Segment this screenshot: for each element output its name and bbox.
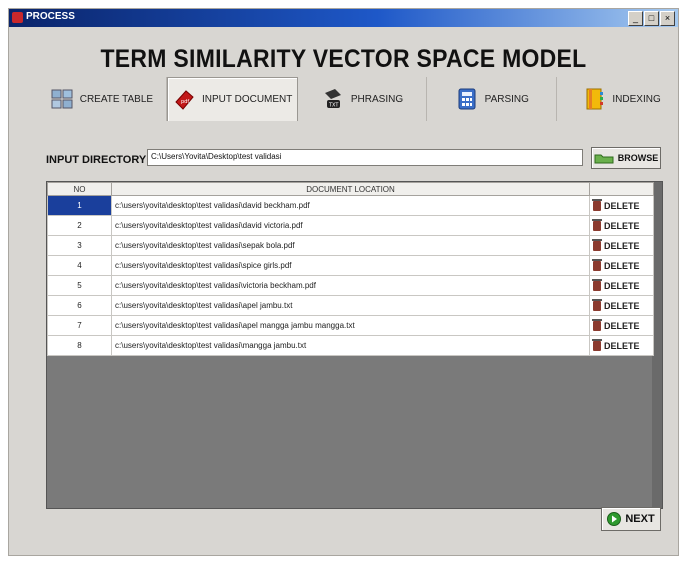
index-book-icon: [586, 88, 604, 110]
table-row[interactable]: 8 c:\users\yovita\desktop\test validasi\m…: [47, 335, 654, 356]
delete-label: DELETE: [604, 220, 640, 231]
delete-button[interactable]: DELETE: [589, 255, 654, 276]
delete-button[interactable]: DELETE: [589, 295, 654, 316]
title-bar[interactable]: PROCESS _ □ ×: [9, 9, 678, 27]
row-number: 1: [47, 195, 112, 216]
tab-label: PHRASING: [350, 93, 404, 105]
delete-button[interactable]: DELETE: [589, 315, 654, 336]
header-document-location[interactable]: DOCUMENT LOCATION: [111, 182, 590, 196]
table-row[interactable]: 6 c:\users\yovita\desktop\test validasi\a…: [47, 295, 654, 316]
maximize-button[interactable]: □: [644, 11, 659, 26]
document-location: c:\users\yovita\desktop\test validasi\vi…: [111, 275, 590, 296]
window-title: PROCESS: [26, 11, 75, 22]
table-icon: [51, 89, 73, 109]
table-row[interactable]: 1 c:\users\yovita\desktop\test validasi\d…: [47, 195, 654, 216]
delete-label: DELETE: [604, 340, 640, 351]
calculator-icon: [458, 88, 476, 110]
header-no[interactable]: NO: [47, 182, 112, 196]
tab-parsing[interactable]: PARSING: [427, 77, 558, 121]
svg-text:pdf: pdf: [181, 99, 189, 105]
delete-button[interactable]: DELETE: [589, 235, 654, 256]
row-number: 8: [47, 335, 112, 356]
table-row[interactable]: 7 c:\users\yovita\desktop\test validasi\a…: [47, 315, 654, 336]
trash-icon: [592, 258, 602, 271]
row-number: 6: [47, 295, 112, 316]
delete-label: DELETE: [604, 200, 640, 211]
app-icon: [12, 12, 23, 23]
tab-label: INPUT DOCUMENT: [202, 94, 293, 105]
next-label: NEXT: [625, 513, 655, 525]
document-location: c:\users\yovita\desktop\test validasi\ap…: [111, 315, 590, 336]
document-location: c:\users\yovita\desktop\test validasi\da…: [111, 195, 590, 216]
document-location: c:\users\yovita\desktop\test validasi\da…: [111, 215, 590, 236]
tab-label: PARSING: [484, 93, 529, 105]
delete-button[interactable]: DELETE: [589, 335, 654, 356]
document-location: c:\users\yovita\desktop\test validasi\ap…: [111, 295, 590, 316]
row-number: 3: [47, 235, 112, 256]
table-row[interactable]: 4 c:\users\yovita\desktop\test validasi\s…: [47, 255, 654, 276]
document-location: c:\users\yovita\desktop\test validasi\se…: [111, 235, 590, 256]
tab-create-table[interactable]: CREATE TABLE: [37, 77, 167, 121]
table-row[interactable]: 3 c:\users\yovita\desktop\test validasi\s…: [47, 235, 654, 256]
arrow-right-icon: [607, 512, 622, 526]
trash-icon: [592, 318, 602, 331]
delete-label: DELETE: [604, 280, 640, 291]
tab-indexing[interactable]: INDEXING: [557, 77, 685, 121]
header-action: [589, 182, 654, 196]
document-location: c:\users\yovita\desktop\test validasi\ma…: [111, 335, 590, 356]
svg-text:TXT: TXT: [328, 103, 339, 109]
browse-label: BROWSE: [617, 153, 659, 163]
document-location: c:\users\yovita\desktop\test validasi\sp…: [111, 255, 590, 276]
browse-button[interactable]: BROWSE: [591, 147, 661, 169]
minimize-button[interactable]: _: [628, 11, 643, 26]
delete-label: DELETE: [604, 260, 640, 271]
process-window: PROCESS _ □ × TERM SIMILARITY VECTOR SPA…: [8, 8, 679, 556]
folder-icon: [594, 154, 614, 164]
row-number: 2: [47, 215, 112, 236]
tab-bar: CREATE TABLE pdf INPUT DOCUMENT TXT PHRA…: [37, 77, 685, 121]
trash-icon: [592, 338, 602, 351]
tab-label: INDEXING: [612, 93, 661, 105]
delete-button[interactable]: DELETE: [589, 195, 654, 216]
trash-icon: [592, 238, 602, 251]
input-directory-label: INPUT DIRECTORY: [46, 154, 147, 166]
tab-label: CREATE TABLE: [79, 93, 154, 105]
close-button[interactable]: ×: [660, 11, 675, 26]
document-table: NO DOCUMENT LOCATION 1 c:\users\yovita\de…: [46, 181, 663, 509]
row-number: 5: [47, 275, 112, 296]
trash-icon: [592, 298, 602, 311]
table-row[interactable]: 2 c:\users\yovita\desktop\test validasi\d…: [47, 215, 654, 236]
row-number: 4: [47, 255, 112, 276]
delete-button[interactable]: DELETE: [589, 215, 654, 236]
delete-label: DELETE: [604, 320, 640, 331]
page-title: TERM SIMILARITY VECTOR SPACE MODEL: [100, 45, 587, 73]
delete-label: DELETE: [604, 300, 640, 311]
delete-label: DELETE: [604, 240, 640, 251]
trash-icon: [592, 198, 602, 211]
trash-icon: [592, 278, 602, 291]
document-grid: NO DOCUMENT LOCATION 1 c:\users\yovita\de…: [47, 182, 654, 356]
table-header-row: NO DOCUMENT LOCATION: [47, 182, 654, 196]
table-row[interactable]: 5 c:\users\yovita\desktop\test validasi\v…: [47, 275, 654, 296]
pdf-document-icon: pdf: [175, 89, 194, 110]
next-button[interactable]: NEXT: [601, 507, 661, 531]
tab-input-document[interactable]: pdf INPUT DOCUMENT: [166, 77, 298, 121]
input-directory-field[interactable]: C:\Users\Yovita\Desktop\test validasi: [147, 149, 583, 166]
delete-button[interactable]: DELETE: [589, 275, 654, 296]
row-number: 7: [47, 315, 112, 336]
text-file-icon: TXT: [324, 89, 341, 109]
trash-icon: [592, 218, 602, 231]
tab-phrasing[interactable]: TXT PHRASING: [298, 77, 428, 121]
window-controls: _ □ ×: [628, 11, 675, 26]
